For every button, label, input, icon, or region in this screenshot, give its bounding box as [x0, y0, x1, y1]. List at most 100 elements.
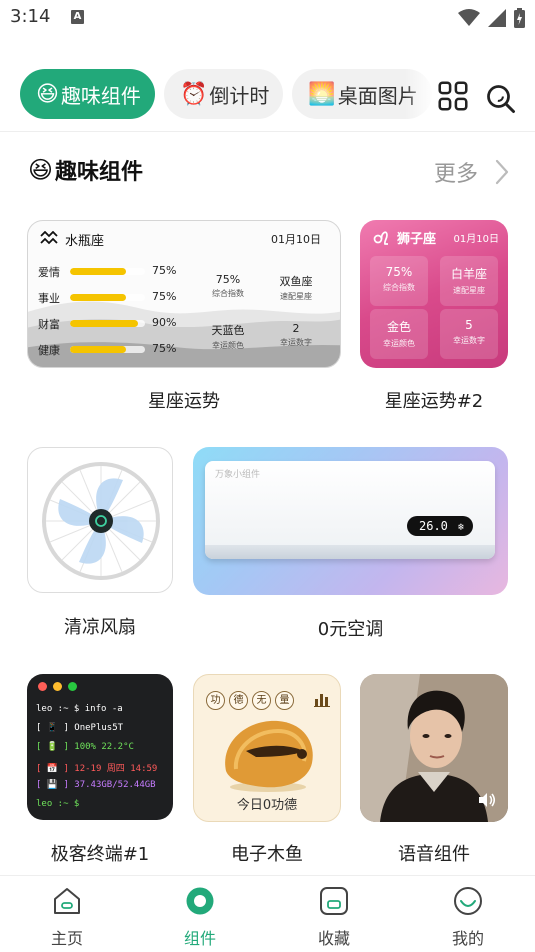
- widgets-icon: [186, 887, 214, 915]
- lucky-color: 天蓝色 幸运颜色: [196, 322, 260, 351]
- merit-char: 无: [252, 691, 271, 710]
- leo-name: 狮子座: [397, 232, 437, 247]
- widget-label: 清凉风扇: [64, 617, 136, 638]
- terminal-widget[interactable]: leo :~ $ info -a [ 📱 ] OnePlus5T [ 🔋 ] 1…: [27, 674, 173, 820]
- fortune-bar-fill: [70, 268, 127, 275]
- cell-value: 5: [465, 318, 473, 332]
- terminal-line: [ 📱 ] OnePlus5T: [36, 723, 124, 733]
- merit-char: 德: [229, 691, 248, 710]
- widget-label: 星座运势#2: [384, 391, 484, 412]
- nav-label: 主页: [50, 929, 83, 948]
- aquarius-horoscope-widget[interactable]: 水瓶座 01月10日 爱情 75% 事业 75% 财富 90% 健康 75% 7…: [27, 220, 341, 368]
- cell-value: 天蓝色: [211, 324, 245, 337]
- aquarius-name: 水瓶座: [65, 234, 105, 249]
- tab-fun-widgets[interactable]: 😆 趣味组件: [20, 69, 155, 119]
- fortune-name: 健康: [38, 344, 60, 357]
- nav-home[interactable]: 主页: [17, 876, 117, 952]
- window-minimize-dot: [53, 682, 62, 691]
- cell-key: 幸运颜色: [212, 341, 244, 350]
- voice-widget[interactable]: [360, 674, 508, 822]
- sunrise-icon: 🌅: [308, 81, 336, 107]
- air-conditioner-widget[interactable]: 万象小组件 26.0 ❄: [193, 447, 508, 595]
- cell-value: 75%: [215, 273, 241, 286]
- cell-value: 金色: [386, 320, 411, 334]
- tab-label: 倒计时: [209, 83, 270, 108]
- notification-icon: A: [71, 10, 84, 24]
- fortune-name: 事业: [38, 292, 60, 305]
- terminal-line: leo :~ $ info -a: [36, 704, 123, 714]
- widget-label: 0元空调: [317, 619, 384, 640]
- wifi-icon: [458, 9, 480, 26]
- cell-key: 速配星座: [280, 292, 312, 301]
- grid-icon[interactable]: [438, 81, 468, 111]
- alarm-clock-icon: ⏰: [179, 81, 208, 107]
- tab-label: 趣味组件: [60, 83, 141, 108]
- fortune-percent: 75%: [152, 290, 177, 303]
- nav-profile[interactable]: 我的: [418, 876, 518, 952]
- widget-label: 极客终端#1: [50, 844, 150, 865]
- ac-vent: [205, 545, 495, 559]
- widget-label: 星座运势: [148, 391, 220, 412]
- tab-countdown[interactable]: ⏰ 倒计时: [163, 69, 284, 119]
- terminal-line: [ 📅 ] 12-19 周四 14:59: [36, 764, 158, 774]
- lucky-number: 5 幸运数字: [440, 309, 498, 359]
- nav-label: 组件: [183, 929, 216, 948]
- fortune-bar: [70, 268, 145, 275]
- widget-label: 电子木鱼: [231, 844, 303, 865]
- terminal-line: leo :~ $: [36, 799, 80, 809]
- bar-chart-icon: [314, 694, 330, 707]
- terminal-line: [ 💾 ] 37.43GB/52.44GB: [36, 780, 156, 790]
- cell-key: 幸运数字: [453, 336, 485, 345]
- lucky-number: 2 幸运数字: [264, 322, 328, 348]
- divider: [0, 131, 535, 132]
- terminal-line: [ 🔋 ] 100% 22.2°C: [36, 742, 134, 752]
- cell-value: 白羊座: [450, 267, 487, 281]
- chevron-right-icon: [495, 159, 509, 185]
- cell-value: 75%: [385, 265, 413, 279]
- fortune-percent: 75%: [152, 264, 177, 277]
- fortune-name: 财富: [38, 318, 60, 331]
- status-bar: 3:14 A: [0, 0, 535, 36]
- home-icon: [54, 888, 80, 914]
- merit-char: 量: [275, 691, 294, 710]
- nav-label: 我的: [451, 929, 484, 948]
- fortune-bar-fill: [70, 320, 138, 327]
- fortune-bar: [70, 320, 145, 327]
- fan-widget[interactable]: [27, 447, 173, 593]
- nav-favorites[interactable]: 收藏: [284, 876, 384, 952]
- leo-symbol-icon: [373, 231, 388, 245]
- fortune-name: 爱情: [38, 266, 60, 279]
- cell-key: 速配星座: [453, 286, 485, 295]
- lucky-color: 金色 幸运颜色: [370, 309, 428, 359]
- ac-unit: 万象小组件 26.0 ❄: [205, 461, 495, 559]
- search-icon[interactable]: [486, 84, 516, 114]
- cell-key: 综合指数: [383, 283, 415, 292]
- ac-display: 26.0 ❄: [407, 516, 473, 536]
- wooden-fish-widget[interactable]: 功 德 无 量 今日0功德: [193, 674, 341, 822]
- merit-char: 功: [206, 691, 225, 710]
- fortune-row-career: 事业 75%: [38, 290, 188, 306]
- fortune-bar-fill: [70, 294, 127, 301]
- nav-widgets[interactable]: 组件: [150, 876, 250, 952]
- window-maximize-dot: [68, 682, 77, 691]
- overall-index: 75% 综合指数: [370, 256, 428, 306]
- cell-value: 2: [292, 322, 300, 335]
- wooden-fish-icon: [225, 720, 313, 792]
- fortune-bar-fill: [70, 346, 127, 353]
- leo-date: 01月10日: [453, 234, 499, 245]
- more-link[interactable]: 更多: [434, 156, 512, 188]
- battery-icon: [514, 8, 525, 28]
- section-title: 😆 趣味组件: [28, 154, 143, 186]
- speaker-icon[interactable]: [478, 792, 496, 808]
- match-sign: 双鱼座 速配星座: [264, 273, 328, 302]
- match-sign: 白羊座 速配星座: [440, 256, 498, 306]
- leo-horoscope-widget[interactable]: 狮子座 01月10日 75% 综合指数 白羊座 速配星座 金色 幸运颜色 5 幸…: [360, 220, 508, 368]
- cell-value: 双鱼座: [279, 275, 313, 288]
- ac-watermark: 万象小组件: [215, 470, 261, 480]
- snowflake-icon: ❄: [458, 522, 465, 533]
- laughing-emoji-icon: 😆: [28, 156, 54, 184]
- fan-icon: [42, 462, 160, 580]
- signal-icon: [488, 9, 506, 27]
- fortune-row-health: 健康 75%: [38, 342, 188, 358]
- section-title-text: 趣味组件: [55, 160, 144, 185]
